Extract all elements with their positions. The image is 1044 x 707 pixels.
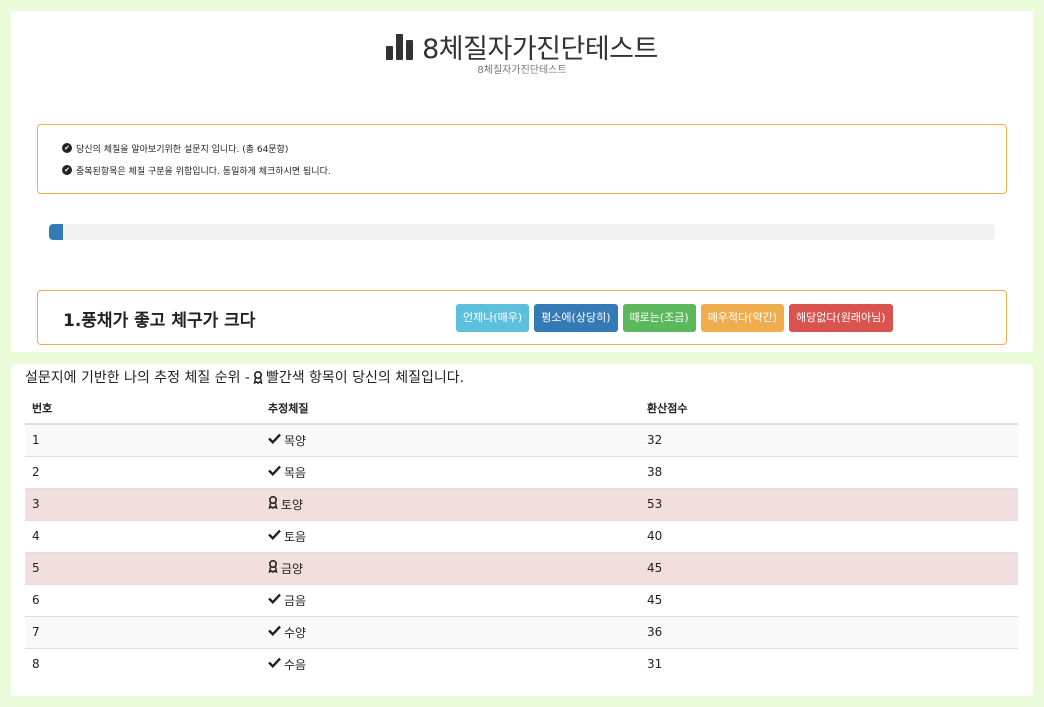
- answer-buttons: 언제나(매우) 평소에(상당히) 때로는(조금) 매우적다(약간) 해당없다(원…: [456, 304, 893, 332]
- column-header-type: 추정체질: [261, 392, 640, 425]
- table-row: 7 수양 36: [25, 615, 1018, 648]
- row-score: 53: [640, 487, 1018, 520]
- row-type-cell: 목음: [261, 455, 640, 488]
- row-score: 45: [640, 551, 1018, 584]
- column-header-number: 번호: [25, 392, 261, 425]
- row-type: 수음: [284, 657, 307, 672]
- answer-sometimes-button[interactable]: 때로는(조금): [622, 304, 696, 332]
- row-number: 3: [25, 487, 261, 520]
- column-header-score: 환산점수: [640, 392, 1018, 425]
- check-circle-icon: ✔: [62, 143, 72, 153]
- row-type-cell: 수양: [261, 615, 640, 648]
- progress-bar: [49, 224, 995, 240]
- row-score: 32: [640, 423, 1018, 456]
- award-ribbon-icon: [268, 559, 278, 576]
- check-icon: [268, 625, 281, 639]
- page-subtitle: 8체질자가진단테스트: [477, 65, 567, 76]
- check-icon: [268, 657, 281, 671]
- results-panel: 설문지에 기반한 나의 추정 체질 순위 - 빨간색 항목이 당신의 체질입니다…: [11, 364, 1033, 696]
- question-box: 1.풍채가 좋고 체구가 크다 언제나(매우) 평소에(상당히) 때로는(조금)…: [37, 290, 1007, 345]
- row-score: 36: [640, 615, 1018, 648]
- row-type: 금음: [284, 593, 307, 608]
- row-number: 7: [25, 615, 261, 648]
- table-row: 5 금양 45: [25, 551, 1018, 584]
- row-score: 31: [640, 647, 1018, 680]
- row-type-cell: 금음: [261, 583, 640, 616]
- row-score: 45: [640, 583, 1018, 616]
- row-score: 40: [640, 519, 1018, 552]
- check-icon: [268, 465, 281, 479]
- table-row: 4 토음 40: [25, 519, 1018, 552]
- answer-rarely-button[interactable]: 매우적다(약간): [700, 304, 784, 332]
- table-row: 1 목양 32: [25, 423, 1018, 456]
- notice-box: ✔ 당신의 체질을 알아보기위한 설문지 입니다. (총 64문항) ✔ 중복된…: [37, 124, 1007, 194]
- row-type: 토양: [281, 497, 304, 512]
- progress-fill: [49, 224, 64, 240]
- notice-text: 중복된항목은 체질 구분을 위함입니다. 동일하게 체크하시면 됩니다.: [76, 166, 331, 177]
- table-row: 3 토양 53: [25, 487, 1018, 520]
- award-ribbon-icon: [253, 370, 263, 384]
- results-table: 번호 추정체질 환산점수 1 목양 32 2 목음 38 3 토양 53 4 토음 40 5 금양 45 6 금…: [25, 392, 1018, 680]
- row-type-cell: 금양: [261, 551, 640, 584]
- notice-line: ✔ 중복된항목은 체질 구분을 위함입니다. 동일하게 체크하시면 됩니다.: [62, 159, 1006, 181]
- notice-line: ✔ 당신의 체질을 알아보기위한 설문지 입니다. (총 64문항): [62, 137, 1006, 159]
- results-heading-prefix: 설문지에 기반한 나의 추정 체질 순위 -: [25, 370, 250, 386]
- question-text: 1.풍채가 좋고 체구가 크다: [63, 311, 256, 331]
- answer-usually-button[interactable]: 평소에(상당히): [534, 304, 618, 332]
- table-row: 2 목음 38: [25, 455, 1018, 488]
- row-type-cell: 수음: [261, 647, 640, 680]
- check-icon: [268, 593, 281, 607]
- row-type: 수양: [284, 625, 307, 640]
- bar-chart-icon: [386, 33, 414, 60]
- row-number: 6: [25, 583, 261, 616]
- row-number: 4: [25, 519, 261, 552]
- notice-text: 당신의 체질을 알아보기위한 설문지 입니다. (총 64문항): [76, 144, 289, 155]
- row-type-cell: 토양: [261, 487, 640, 520]
- answer-never-button[interactable]: 해당없다(원래아님): [789, 304, 893, 332]
- results-heading-suffix: 빨간색 항목이 당신의 체질입니다.: [265, 370, 465, 386]
- row-number: 1: [25, 423, 261, 456]
- table-row: 6 금음 45: [25, 583, 1018, 616]
- check-icon: [268, 433, 281, 447]
- award-ribbon-icon: [268, 495, 278, 512]
- row-number: 2: [25, 455, 261, 488]
- row-type-cell: 토음: [261, 519, 640, 552]
- row-type: 토음: [284, 529, 307, 544]
- row-type: 목양: [284, 433, 307, 448]
- row-number: 5: [25, 551, 261, 584]
- row-type: 금양: [281, 561, 304, 576]
- row-type: 목음: [284, 465, 307, 480]
- survey-panel: 8체질자가진단테스트 8체질자가진단테스트 ✔ 당신의 체질을 알아보기위한 설…: [11, 11, 1033, 352]
- check-circle-icon: ✔: [62, 165, 72, 175]
- row-score: 38: [640, 455, 1018, 488]
- row-number: 8: [25, 647, 261, 680]
- row-type-cell: 목양: [261, 423, 640, 456]
- table-header-row: 번호 추정체질 환산점수: [25, 392, 1018, 425]
- table-row: 8 수음 31: [25, 647, 1018, 680]
- check-icon: [268, 529, 281, 543]
- results-heading: 설문지에 기반한 나의 추정 체질 순위 - 빨간색 항목이 당신의 체질입니다…: [25, 367, 464, 387]
- answer-always-button[interactable]: 언제나(매우): [456, 304, 530, 332]
